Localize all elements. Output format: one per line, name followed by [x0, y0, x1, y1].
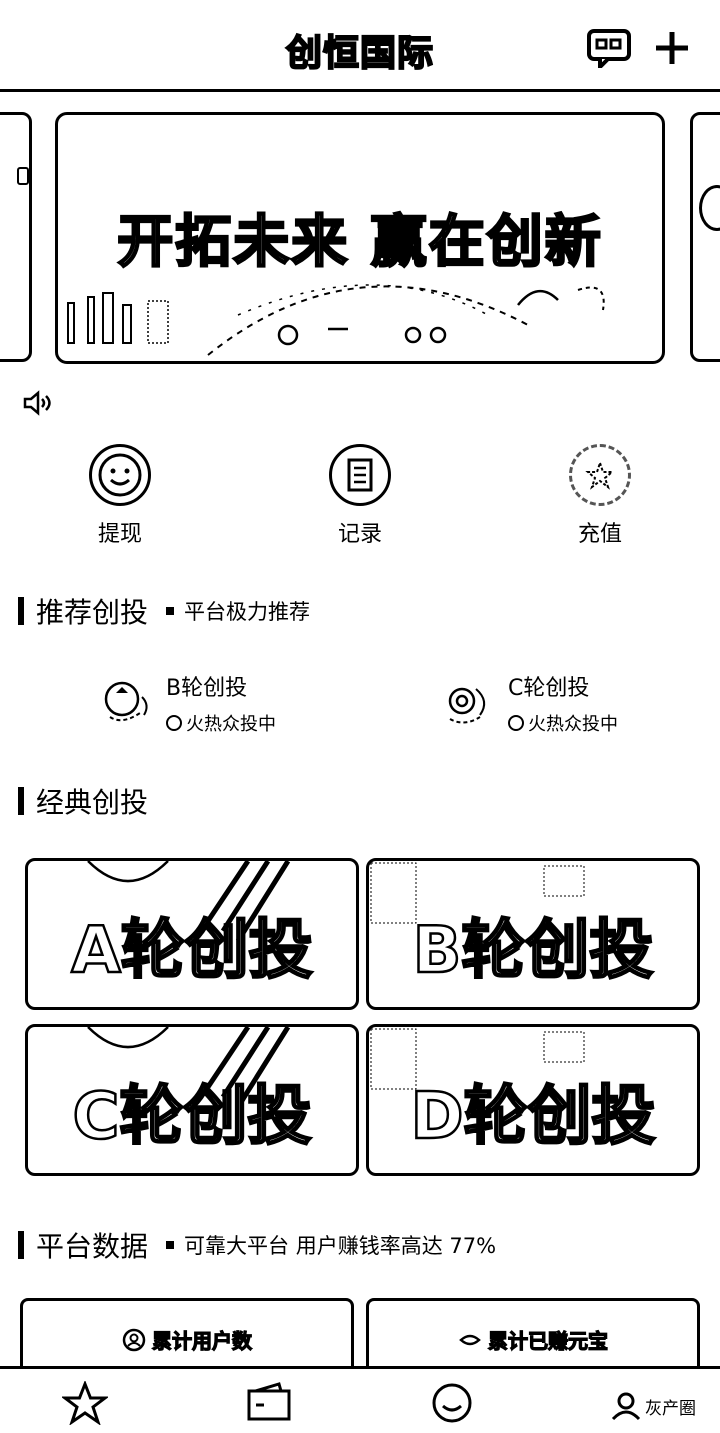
stat-label: 累计已赚元宝 [487, 1328, 608, 1353]
wallet-icon[interactable] [246, 1381, 292, 1421]
card-round-a[interactable]: A轮创投 [25, 858, 359, 1010]
card-round-b[interactable]: B轮创投 [366, 858, 700, 1010]
watermark-text: 灰产圈 [645, 1398, 696, 1419]
section-title: 平台数据 [36, 1230, 149, 1263]
clock-icon [508, 715, 524, 731]
recommended-item-title: B轮创投 [166, 676, 248, 701]
mascot-icon [98, 673, 158, 733]
platform-section-header: 平台数据 可靠大平台 用户赚钱率高达 77% [18, 1230, 497, 1263]
stat-label-row: 累计用户数 [122, 1325, 253, 1354]
card-title: A轮创投 [70, 913, 314, 990]
bullet-icon [166, 1241, 175, 1249]
coin-icon [459, 1334, 481, 1345]
records-button[interactable]: 记录 [300, 444, 420, 548]
stat-label: 累计用户数 [151, 1328, 252, 1353]
section-subtitle: 可靠大平台 用户赚钱率高达 77% [184, 1234, 497, 1258]
banner-headline: 开拓未来 赢在创新 [116, 209, 603, 277]
recommended-item-title: C轮创投 [508, 676, 590, 701]
plus-icon[interactable] [652, 28, 692, 68]
records-label: 记录 [337, 522, 382, 547]
document-icon [329, 444, 391, 506]
status-text: 火热众投中 [528, 714, 618, 735]
speaker-icon[interactable] [22, 390, 52, 416]
card-title: D轮创投 [409, 1079, 657, 1156]
classic-section-header: 经典创投 [18, 786, 148, 819]
card-round-c[interactable]: C轮创投 [25, 1024, 359, 1176]
recommended-item-status: 火热众投中 [166, 710, 276, 736]
section-title: 推荐创投 [36, 596, 149, 629]
card-title: B轮创投 [411, 913, 654, 990]
status-text: 火热众投中 [186, 714, 276, 735]
bottom-nav: 灰产圈 [0, 1366, 720, 1433]
user-icon [122, 1328, 146, 1351]
withdraw-label: 提现 [97, 522, 142, 547]
withdraw-button[interactable]: 提现 [60, 444, 180, 548]
smiley-icon[interactable] [430, 1381, 474, 1425]
recharge-label: 充值 [577, 522, 622, 547]
user-outline-icon[interactable] [609, 1391, 643, 1421]
section-subtitle: 平台极力推荐 [184, 600, 311, 624]
card-round-d[interactable]: D轮创投 [366, 1024, 700, 1176]
star-icon [569, 444, 631, 506]
recommended-item-b[interactable]: B轮创投 火热众投中 [98, 670, 276, 736]
section-marker [18, 1231, 24, 1259]
watermark: 灰产圈 [609, 1391, 696, 1421]
smiley-icon [89, 444, 151, 506]
recommended-section-header: 推荐创投 平台极力推荐 [18, 596, 311, 629]
bullet-icon [166, 607, 175, 615]
card-title: C轮创投 [71, 1079, 312, 1156]
recharge-button[interactable]: 充值 [540, 444, 660, 548]
section-title: 经典创投 [36, 786, 149, 819]
stat-label-row: 累计已赚元宝 [458, 1325, 609, 1354]
star-icon[interactable] [62, 1381, 108, 1425]
recommended-item-c[interactable]: C轮创投 火热众投中 [440, 670, 618, 736]
app-header: 创恒国际 [0, 0, 720, 92]
section-marker [18, 787, 24, 815]
banner-slide[interactable]: 开拓未来 赢在创新 [55, 112, 665, 364]
banner-next-slide[interactable] [690, 112, 720, 362]
clock-icon [166, 715, 182, 731]
recommended-item-status: 火热众投中 [508, 710, 618, 736]
camera-mascot-icon [440, 673, 500, 733]
section-marker [18, 597, 24, 625]
message-icon[interactable] [586, 28, 632, 68]
banner-prev-slide[interactable] [0, 112, 32, 362]
